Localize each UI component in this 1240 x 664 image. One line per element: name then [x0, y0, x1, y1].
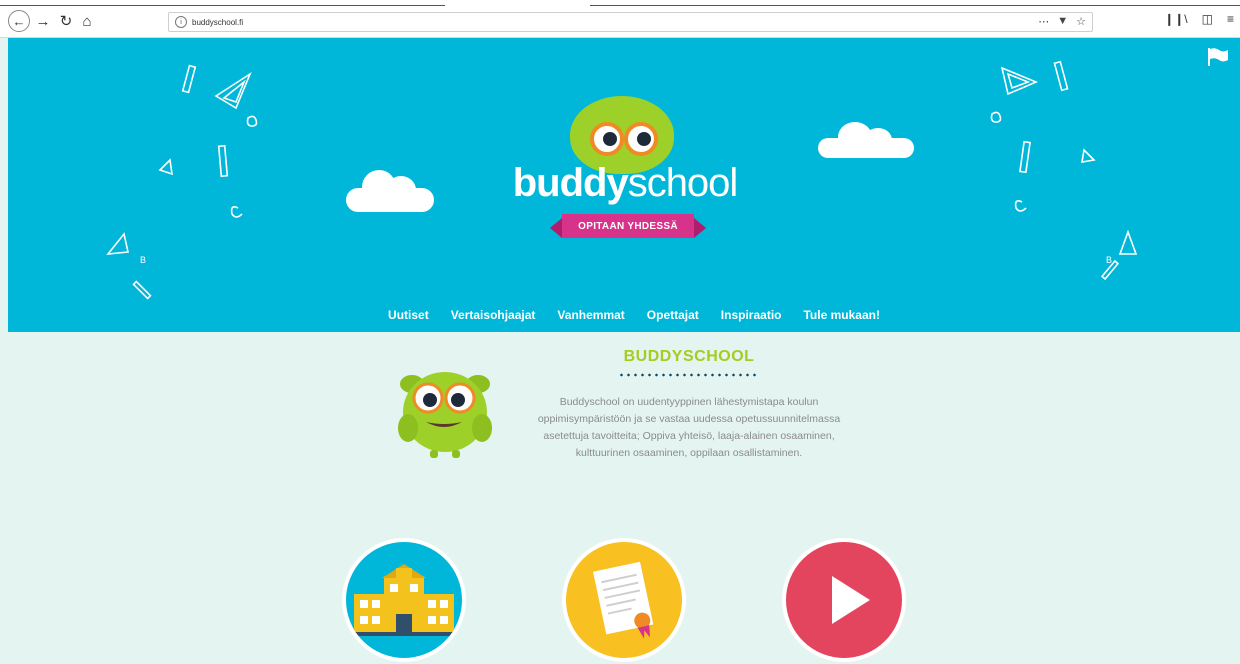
nav-item-vertaisohjaajat[interactable]: Vertaisohjaajat [451, 308, 536, 322]
certificate-icon [593, 561, 654, 639]
school-doodles-right-icon: B C [990, 60, 1138, 281]
svg-text:B: B [140, 255, 146, 265]
hero-banner: B C B C buddyschool OPITAAN YHDES [8, 38, 1240, 332]
star-icon[interactable]: ☆ [1076, 15, 1086, 28]
buddyschool-logo[interactable]: buddy school OPITAAN YHDESSÄ [512, 96, 739, 240]
nav-item-vanhemmat[interactable]: Vanhemmat [557, 308, 624, 322]
school-doodles-left-icon: B C [106, 64, 258, 300]
url-text: buddyschool.fi [192, 17, 244, 27]
nav-item-tule-mukaan[interactable]: Tule mukaan! [803, 308, 879, 322]
logo-wordmark: buddy school [512, 161, 739, 205]
pocket-icon[interactable]: ▼ [1057, 15, 1068, 28]
svg-text:B: B [1106, 255, 1112, 265]
main-navigation: Uutiset Vertaisohjaajat Vanhemmat Opetta… [8, 308, 1240, 322]
dotted-divider [618, 372, 758, 378]
browser-toolbar: ← → ↻ ⌂ i buddyschool.fi ⋯ ▼ ☆ ❙❙\ ◫ ≡ [0, 0, 1240, 38]
info-icon[interactable]: i [175, 16, 187, 28]
library-icon[interactable]: ❙❙\ [1164, 12, 1187, 26]
play-icon [832, 576, 870, 624]
nav-item-uutiset[interactable]: Uutiset [388, 308, 429, 322]
menu-icon[interactable]: ≡ [1227, 12, 1234, 26]
cloud-icon [818, 122, 914, 158]
home-icon[interactable]: ⌂ [76, 10, 98, 32]
reload-icon[interactable]: ↻ [55, 10, 77, 32]
forward-icon[interactable]: → [32, 10, 54, 32]
more-icon[interactable]: ⋯ [1038, 15, 1049, 28]
cloud-icon [346, 170, 434, 212]
intro-section: BUDDYSCHOOL Buddyschool on uudentyyppine… [8, 332, 1240, 664]
sidebar-icon[interactable]: ◫ [1202, 12, 1213, 26]
language-flag-icon[interactable] [1208, 48, 1228, 66]
owl-mascot-icon [398, 372, 492, 458]
section-title: BUDDYSCHOOL [623, 348, 755, 365]
school-building-icon [352, 564, 456, 636]
address-bar[interactable]: i buddyschool.fi ⋯ ▼ ☆ [168, 12, 1093, 32]
nav-item-opettajat[interactable]: Opettajat [647, 308, 699, 322]
tagline-ribbon: OPITAAN YHDESSÄ [550, 214, 706, 238]
back-icon[interactable]: ← [8, 10, 30, 32]
intro-text: Buddyschool on uudentyyppinen lähestymis… [537, 396, 841, 459]
feature-certificate-button[interactable] [562, 538, 686, 662]
feature-school-button[interactable] [342, 538, 466, 662]
feature-video-button[interactable] [782, 538, 906, 662]
nav-item-inspiraatio[interactable]: Inspiraatio [721, 308, 782, 322]
